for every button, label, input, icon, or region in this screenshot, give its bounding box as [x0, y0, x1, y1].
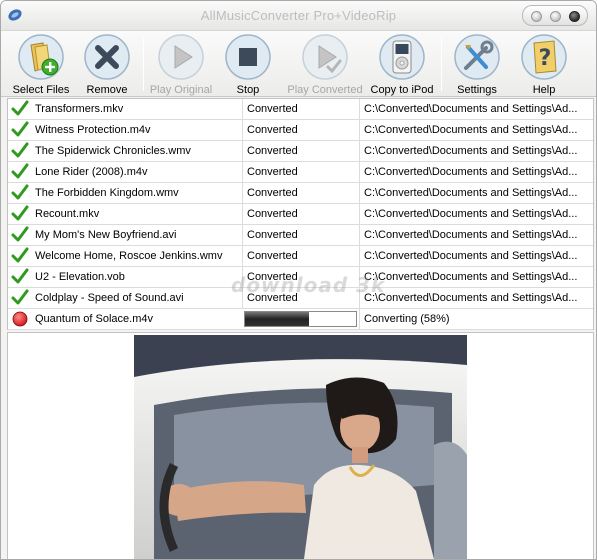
minimize-button[interactable]	[531, 11, 542, 22]
stop-icon	[225, 34, 271, 80]
checkmark-icon	[11, 99, 29, 119]
file-row[interactable]: Transformers.mkv Converted C:\Converted\Do…	[8, 99, 593, 120]
output-path: C:\Converted\Documents and Settings\Ad..…	[359, 99, 593, 119]
output-path: C:\Converted\Documents and Settings\Ad..…	[359, 162, 593, 182]
checkmark-icon	[11, 204, 29, 224]
play-converted-icon	[302, 34, 348, 80]
video-preview-frame	[134, 335, 467, 559]
ipod-icon	[379, 34, 425, 80]
close-button[interactable]	[569, 11, 580, 22]
file-name: My Mom's New Boyfriend.avi	[35, 229, 177, 241]
file-name: Lone Rider (2008).m4v	[35, 166, 148, 178]
select-files-label: Select Files	[12, 84, 70, 96]
tools-icon	[454, 34, 500, 80]
file-name: U2 - Elevation.vob	[35, 271, 125, 283]
file-status: Converted	[242, 99, 359, 119]
checkmark-icon	[11, 288, 29, 308]
window-controls	[522, 5, 588, 26]
remove-label: Remove	[86, 84, 128, 96]
select-files-button[interactable]: Select Files	[7, 31, 75, 97]
file-status: Converted	[242, 204, 359, 224]
watermark: download 3k	[231, 273, 386, 297]
help-question-icon: ?	[521, 34, 567, 80]
folder-add-icon	[18, 34, 64, 80]
file-status: Converted	[242, 183, 359, 203]
app-window: AllMusicConverter Pro+VideoRip Select Fi…	[0, 0, 597, 560]
settings-label: Settings	[457, 84, 497, 96]
file-row[interactable]: Welcome Home, Roscoe Jenkins.wmv Converte…	[8, 246, 593, 267]
toolbar-separator	[441, 37, 442, 91]
remove-button[interactable]: Remove	[77, 31, 137, 97]
file-name: Welcome Home, Roscoe Jenkins.wmv	[35, 250, 223, 262]
help-button[interactable]: ? Help	[515, 31, 573, 97]
file-status: Converted	[242, 141, 359, 161]
conversion-status-text: Converting (58%)	[359, 309, 593, 329]
file-row[interactable]: The Forbidden Kingdom.wmv Converted C:\Con…	[8, 183, 593, 204]
output-path: C:\Converted\Documents and Settings\Ad..…	[359, 225, 593, 245]
help-label: Help	[532, 84, 556, 96]
conversion-progress-bar	[244, 311, 357, 327]
play-original-label: Play Original	[149, 84, 213, 96]
file-name: Coldplay - Speed of Sound.avi	[35, 292, 184, 304]
file-status: Converted	[242, 246, 359, 266]
file-status: Converted	[242, 225, 359, 245]
checkmark-icon	[11, 141, 29, 161]
checkmark-icon	[11, 267, 29, 287]
file-status: Converted	[242, 120, 359, 140]
checkmark-icon	[11, 162, 29, 182]
file-row[interactable]: The Spiderwick Chronicles.wmv Converted C:…	[8, 141, 593, 162]
output-path: C:\Converted\Documents and Settings\Ad..…	[359, 141, 593, 161]
checkmark-icon	[11, 183, 29, 203]
play-icon	[158, 34, 204, 80]
remove-x-icon	[84, 34, 130, 80]
settings-button[interactable]: Settings	[447, 31, 507, 97]
output-path: C:\Converted\Documents and Settings\Ad..…	[359, 246, 593, 266]
stop-button[interactable]: Stop	[219, 31, 277, 97]
file-name: The Forbidden Kingdom.wmv	[35, 187, 179, 199]
window-title: AllMusicConverter Pro+VideoRip	[200, 8, 397, 23]
copy-to-ipod-button[interactable]: Copy to iPod	[369, 31, 435, 97]
checkmark-icon	[11, 120, 29, 140]
converting-status-icon	[11, 309, 29, 329]
file-name: Quantum of Solace.m4v	[35, 313, 154, 325]
play-converted-label: Play Converted	[287, 84, 363, 96]
file-row[interactable]: Lone Rider (2008).m4v Converted C:\Convert…	[8, 162, 593, 183]
file-name: Witness Protection.m4v	[35, 124, 151, 136]
file-row[interactable]: Quantum of Solace.m4v Converting (58%)	[8, 309, 593, 330]
file-row[interactable]: Witness Protection.m4v Converted C:\Conver…	[8, 120, 593, 141]
play-converted-button[interactable]: Play Converted	[285, 31, 365, 97]
maximize-button[interactable]	[550, 11, 561, 22]
toolbar-separator	[143, 37, 144, 91]
video-preview-panel	[7, 332, 594, 559]
svg-text:?: ?	[539, 46, 552, 71]
play-original-button[interactable]: Play Original	[147, 31, 215, 97]
output-path: C:\Converted\Documents and Settings\Ad..…	[359, 120, 593, 140]
toolbar: Select Files Remove Play Original Stop P…	[1, 31, 596, 97]
conversion-progress-fill	[245, 312, 310, 326]
output-path: C:\Converted\Documents and Settings\Ad..…	[359, 204, 593, 224]
output-path: C:\Converted\Documents and Settings\Ad..…	[359, 267, 593, 287]
output-path: C:\Converted\Documents and Settings\Ad..…	[359, 288, 593, 308]
copy-to-ipod-label: Copy to iPod	[370, 84, 434, 96]
output-path: C:\Converted\Documents and Settings\Ad..…	[359, 183, 593, 203]
checkmark-icon	[11, 225, 29, 245]
file-name: Recount.mkv	[35, 208, 100, 220]
file-name: Transformers.mkv	[35, 103, 124, 115]
file-status: Converted	[242, 162, 359, 182]
file-name: The Spiderwick Chronicles.wmv	[35, 145, 191, 157]
checkmark-icon	[11, 246, 29, 266]
title-bar[interactable]: AllMusicConverter Pro+VideoRip	[1, 1, 596, 31]
stop-label: Stop	[236, 84, 260, 96]
file-row[interactable]: My Mom's New Boyfriend.avi Converted C:\Co…	[8, 225, 593, 246]
file-row[interactable]: Recount.mkv Converted C:\Converted\Documen…	[8, 204, 593, 225]
